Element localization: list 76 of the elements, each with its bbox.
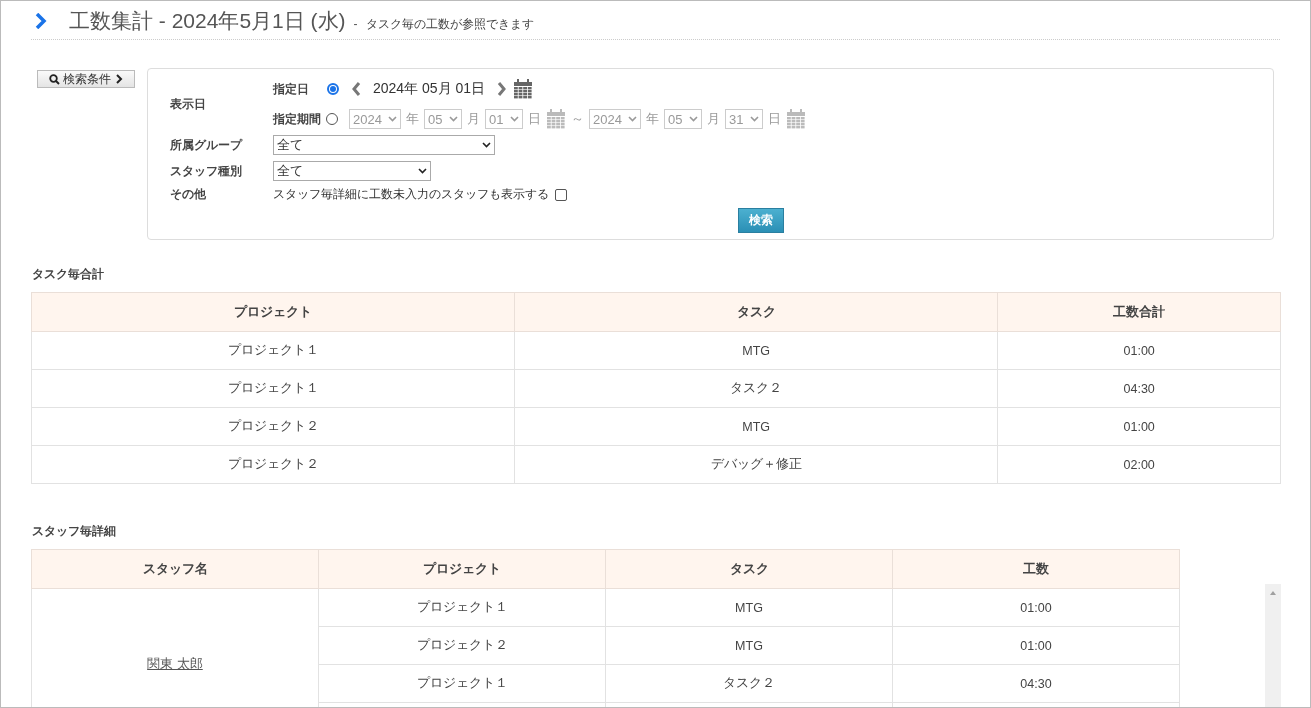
section-title: スタッフ毎詳細 — [32, 524, 117, 539]
table-cell: プロジェクト１ — [318, 588, 606, 627]
range-separator: ～ — [571, 110, 584, 128]
table-cell: 01:00 — [997, 407, 1281, 446]
scrollbar[interactable] — [1265, 584, 1281, 707]
page-title: 工数集計 - 2024年5月1日 (水) — [69, 8, 346, 34]
dropdown-caret-icon — [510, 116, 519, 122]
field-label: 所属グループ — [170, 137, 244, 153]
table-cell: デバッグ＋修正 — [514, 445, 998, 484]
table-cell: MTG — [605, 588, 893, 627]
chevron-right-icon — [113, 74, 124, 84]
checkbox[interactable] — [555, 188, 567, 201]
table-cell: MTG — [514, 331, 998, 370]
column-header: プロジェクト — [31, 292, 515, 332]
table-cell: プロジェクト２ — [318, 626, 606, 665]
dropdown-caret-icon — [689, 116, 698, 122]
field-label: その他 — [170, 187, 207, 202]
table-cell: プロジェクト１ — [318, 664, 606, 703]
dropdown-caret-icon — [418, 168, 427, 174]
column-header: スタッフ名 — [31, 549, 319, 589]
select-field[interactable]: 05 — [424, 109, 462, 129]
column-header: タスク — [605, 549, 893, 589]
table-cell: 02:00 — [997, 445, 1281, 484]
title-separator: - — [353, 17, 358, 31]
table-cell: 01:00 — [892, 588, 1180, 627]
option-label: スタッフ毎詳細に工数未入力のスタッフも表示する — [273, 187, 549, 202]
unit-label: 年 — [406, 110, 419, 128]
table-cell: プロジェクト１ — [31, 369, 515, 408]
table-cell: タスク２ — [605, 664, 893, 703]
table-cell: 04:30 — [997, 369, 1281, 408]
radio-button[interactable] — [327, 83, 339, 95]
table-cell: MTG — [514, 407, 998, 446]
select-field[interactable]: 2024 — [589, 109, 641, 129]
dropdown-caret-icon — [628, 116, 637, 122]
field-label: 表示日 — [170, 96, 207, 112]
dropdown-caret-icon — [388, 116, 397, 122]
select-field[interactable]: 01 — [485, 109, 523, 129]
select-field[interactable]: 全て — [273, 135, 495, 155]
table-cell: 01:00 — [892, 626, 1180, 665]
unit-label: 年 — [646, 110, 659, 128]
calendar-icon[interactable] — [513, 79, 534, 99]
field-label: スタッフ種別 — [170, 163, 243, 179]
table-cell: プロジェクト２ — [31, 407, 515, 446]
select-field[interactable]: 05 — [664, 109, 702, 129]
table-cell: タスク２ — [514, 369, 998, 408]
search-icon — [48, 73, 60, 85]
section-title: タスク毎合計 — [32, 267, 105, 282]
table-cell: MTG — [605, 626, 893, 665]
dropdown-caret-icon — [449, 116, 458, 122]
search-button[interactable]: 検索 — [737, 208, 784, 233]
dropdown-caret-icon — [482, 142, 491, 148]
column-header: 工数 — [892, 549, 1180, 589]
select-field[interactable]: 31 — [725, 109, 763, 129]
table-cell: プロジェクト２ — [31, 445, 515, 484]
select-field[interactable]: 全て — [273, 161, 431, 181]
unit-label: 月 — [707, 110, 720, 128]
unit-label: 日 — [768, 110, 781, 128]
column-header: プロジェクト — [318, 549, 606, 589]
chevron-right-icon[interactable] — [497, 82, 508, 96]
table-cell: 01:00 — [997, 331, 1281, 370]
staff-name-link[interactable]: 関東 太郎 — [147, 657, 203, 671]
select-field[interactable]: 2024 — [349, 109, 401, 129]
page-subtitle: タスク毎の工数が参照できます — [365, 17, 534, 32]
table-cell: 04:30 — [892, 664, 1180, 703]
selected-date: 2024年 05月 01日 — [373, 80, 486, 98]
column-header: タスク — [514, 292, 998, 332]
dropdown-caret-icon — [750, 116, 759, 122]
chevron-left-icon[interactable] — [351, 82, 361, 96]
mode-label: 指定期間 — [273, 111, 321, 127]
unit-label: 月 — [467, 110, 480, 128]
unit-label: 日 — [528, 110, 541, 128]
mode-label: 指定日 — [273, 81, 309, 97]
chevron-right-icon — [35, 13, 47, 29]
column-header: 工数合計 — [997, 292, 1281, 332]
search-conditions-button[interactable]: 検索条件 — [37, 70, 135, 88]
table-cell: プロジェクト１ — [31, 331, 515, 370]
